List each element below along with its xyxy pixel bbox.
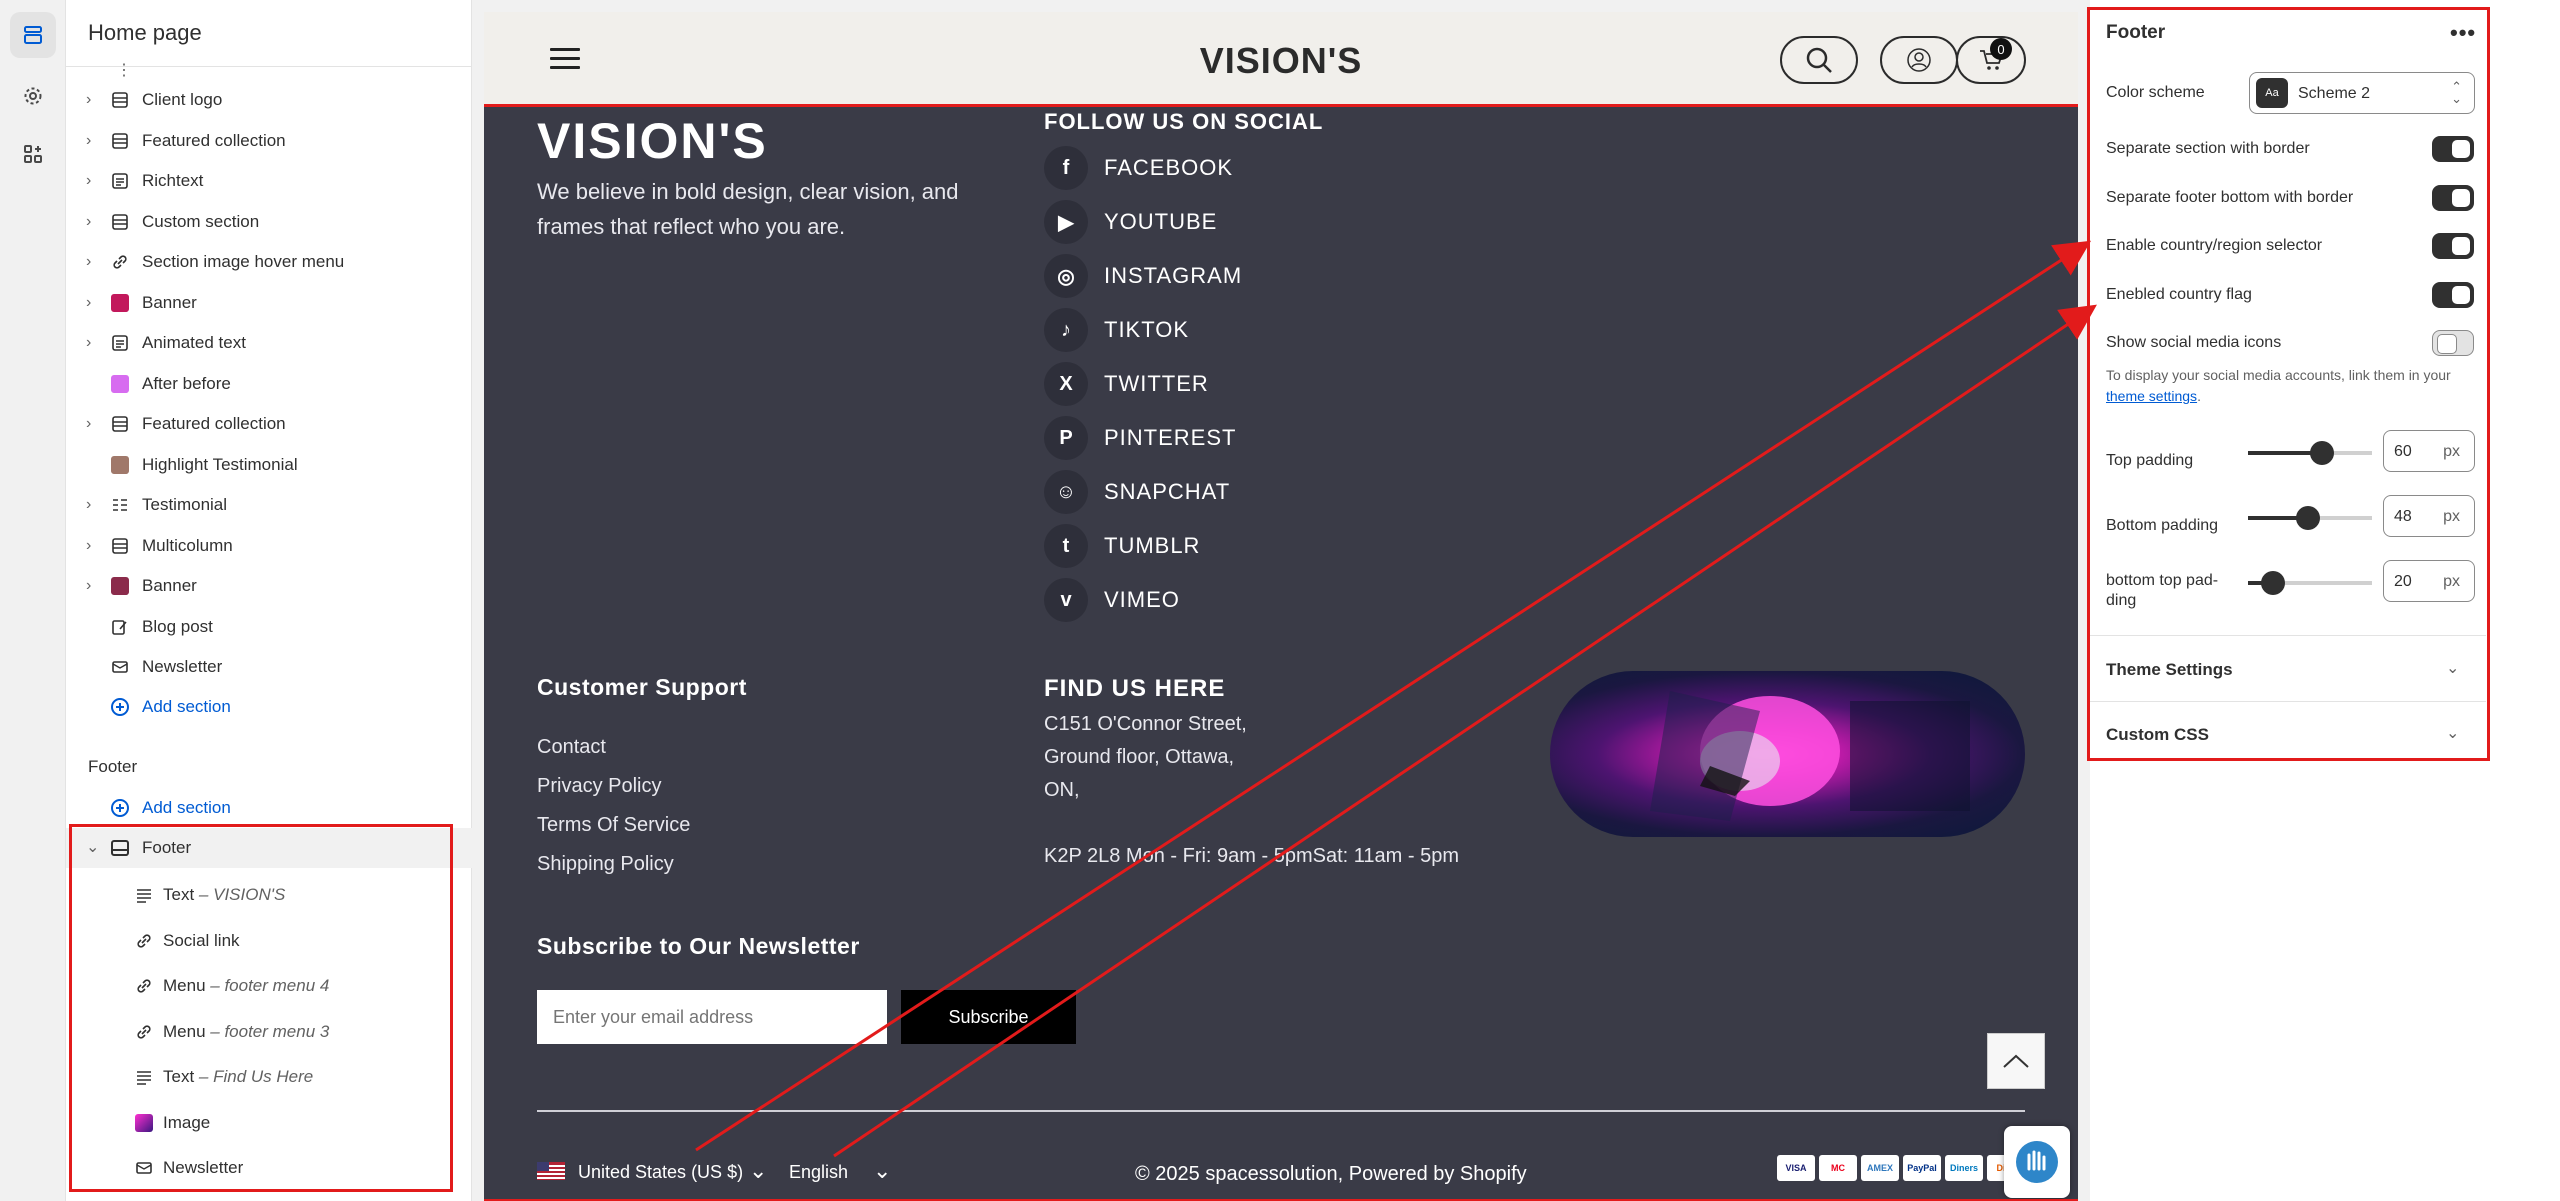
section-cols-icon <box>110 495 130 515</box>
sidebar-item-label: Testimonial <box>142 495 228 514</box>
section-thumbnail <box>110 374 130 394</box>
sidebar-item-label: Richtext <box>142 171 204 190</box>
sidebar-item-custom-section[interactable]: › Custom section <box>66 202 472 242</box>
settings-panel: Footer ••• Color scheme Aa Scheme 2 ⌃ ⌄ S… <box>2087 0 2560 1201</box>
chevron-right-icon[interactable]: › <box>86 213 100 229</box>
highlight-box <box>69 824 453 1192</box>
sidebar-item-label: Multicolumn <box>142 535 233 555</box>
section-sec-icon <box>110 536 130 556</box>
chevron-right-icon[interactable]: › <box>86 578 100 594</box>
sidebar-item-testimonial[interactable]: › Testimonial <box>66 485 472 525</box>
sidebar-item-banner[interactable]: › Banner <box>66 566 472 606</box>
section-sec-icon <box>110 90 130 110</box>
apps-icon[interactable] <box>10 131 56 177</box>
cart-count-badge: 0 <box>1990 38 2012 60</box>
account-icon[interactable] <box>1880 36 1958 84</box>
chevron-right-icon[interactable]: › <box>86 537 100 553</box>
section-sec-icon <box>110 414 130 434</box>
page-title: Home page <box>88 20 202 45</box>
chevron-right-icon[interactable]: › <box>86 173 100 189</box>
highlight-box <box>484 104 2078 1201</box>
sidebar-item-label: Featured collection <box>142 130 286 150</box>
add-section-label: Add section <box>142 697 231 716</box>
sections-icon[interactable] <box>10 12 56 58</box>
highlight-box <box>2087 7 2490 761</box>
sidebar-item-label: Blog post <box>142 616 213 636</box>
section-link-icon <box>110 252 130 272</box>
sidebar-item-label: Highlight Testimonial <box>142 454 298 474</box>
sidebar-item-label: Newsletter <box>142 657 223 676</box>
chevron-right-icon[interactable]: › <box>86 92 100 108</box>
sidebar-item-label: Section image hover menu <box>142 252 345 271</box>
gear-icon[interactable] <box>10 73 56 119</box>
chevron-right-icon[interactable]: › <box>86 254 100 270</box>
add-section-button[interactable]: Add section <box>66 687 472 727</box>
chevron-right-icon[interactable]: › <box>86 497 100 513</box>
sidebar-item-multicolumn[interactable]: › Multicolumn <box>66 526 472 566</box>
app-rail <box>0 0 66 1201</box>
footer-add-section-button[interactable]: Add section <box>66 788 472 828</box>
sidebar-item-label: After before <box>142 373 231 393</box>
add-section-label: Add section <box>142 798 231 817</box>
sidebar-item-newsletter[interactable]: Newsletter <box>66 647 472 687</box>
sidebar-item-label: Banner <box>142 292 197 312</box>
sidebar-item-featured-collection[interactable]: › Featured collection <box>66 404 472 444</box>
sidebar-item-highlight-testimonial[interactable]: Highlight Testimonial <box>66 445 472 485</box>
search-icon[interactable] <box>1780 36 1858 84</box>
sidebar-item-label: Featured collection <box>142 414 286 433</box>
more-dots-icon: ⋮ <box>116 62 132 79</box>
sidebar-item-label: Client logo <box>142 90 223 109</box>
chevron-right-icon[interactable]: › <box>86 416 100 432</box>
section-text-icon <box>110 171 130 191</box>
section-sec-icon <box>110 212 130 232</box>
section-text-icon <box>110 333 130 353</box>
section-thumbnail <box>110 576 130 596</box>
store-header: VISION'S 0 <box>484 12 2078 106</box>
plus-circle-icon <box>110 697 130 717</box>
section-sec-icon <box>110 131 130 151</box>
sidebar-item-blog-post[interactable]: Blog post <box>66 607 472 647</box>
chevron-right-icon[interactable]: › <box>86 132 100 148</box>
chevron-right-icon[interactable]: › <box>86 294 100 310</box>
section-mail-icon <box>110 657 130 677</box>
section-thumbnail <box>110 293 130 313</box>
sidebar-item-banner[interactable]: › Banner <box>66 283 472 323</box>
footer-group-heading: Footer <box>88 757 138 776</box>
section-sidebar: Home page ⋮ › Client logo › Featured collec… <box>66 0 472 1201</box>
plus-circle-icon <box>110 798 130 818</box>
sidebar-item-client-logo[interactable]: › Client logo <box>66 80 472 120</box>
sidebar-item-label: Custom section <box>142 211 260 231</box>
sidebar-item-richtext[interactable]: › Richtext <box>66 161 472 201</box>
section-blog-icon <box>110 617 130 637</box>
section-thumbnail <box>110 455 130 475</box>
sidebar-item-label: Animated text <box>142 333 246 352</box>
sidebar-item-label: Banner <box>142 576 197 595</box>
sidebar-item-animated-text[interactable]: › Animated text <box>66 323 472 363</box>
sidebar-item-after-before[interactable]: After before <box>66 364 472 404</box>
sidebar-item-section-image-hover-menu[interactable]: › Section image hover menu <box>66 242 472 282</box>
sidebar-item-featured-collection[interactable]: › Featured collection <box>66 121 472 161</box>
store-preview: VISION'S 0 VISION'S We believe in bold d… <box>484 12 2078 1201</box>
chevron-right-icon[interactable]: › <box>86 335 100 351</box>
